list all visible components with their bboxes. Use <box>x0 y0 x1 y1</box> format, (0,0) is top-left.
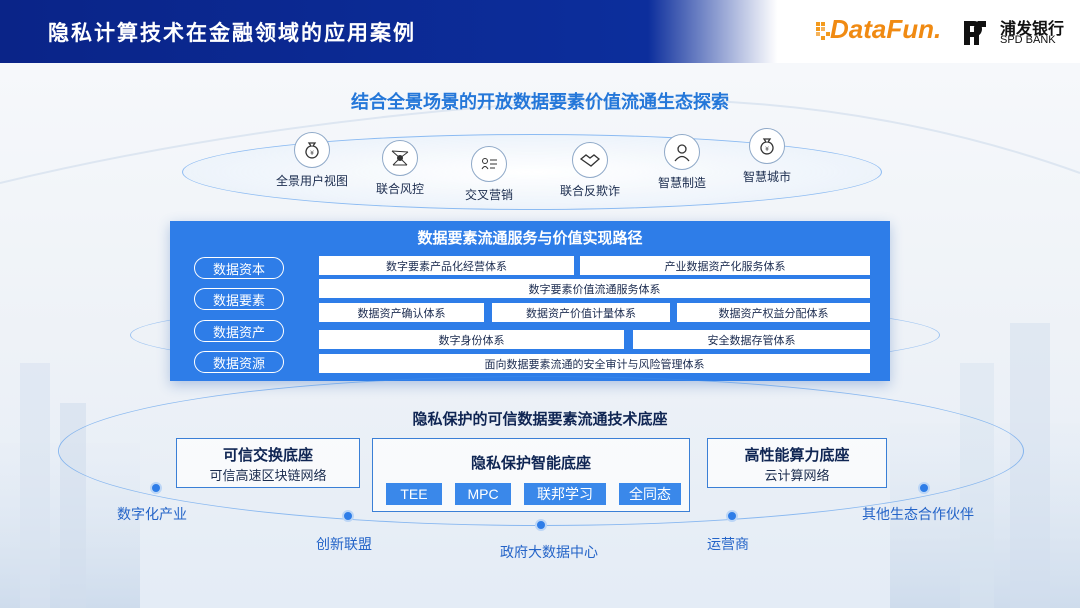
money-bag-icon: ¥ <box>294 132 330 168</box>
system-cell: 数据资产价值计量体系 <box>492 303 670 322</box>
scenario-item: 交叉营销 <box>444 146 534 203</box>
system-cell: 数字要素价值流通服务体系 <box>319 279 870 298</box>
money-bag-icon: ¥ <box>749 128 785 164</box>
level-data-resource: 数据资源 <box>194 351 284 373</box>
partner-label: 数字化产业 <box>117 507 187 523</box>
partner-label: 创新联盟 <box>316 537 372 553</box>
chip-homomorphic: 全同态 <box>619 483 681 505</box>
datafun-dots-icon <box>816 22 830 40</box>
scenario-item: 智慧制造 <box>637 134 727 191</box>
trusted-exchange-title: 可信交换底座 <box>222 446 313 464</box>
header-bar: 隐私计算技术在金融领域的应用案例 DataFun. 浦发银行 SPD BANK <box>0 0 1080 63</box>
scenario-label: 智慧制造 <box>657 176 706 190</box>
partner-label: 运营商 <box>707 537 749 553</box>
level-data-element: 数据要素 <box>194 288 284 310</box>
partner-label: 其他生态合作伙伴 <box>862 507 974 523</box>
system-cell: 安全数据存管体系 <box>633 330 870 349</box>
partner-node <box>150 482 162 494</box>
chip-tee: TEE <box>386 483 442 505</box>
scenario-label: 联合反欺诈 <box>559 184 620 198</box>
scenario-label: 智慧城市 <box>742 170 791 184</box>
datafun-logo-text: DataFun. <box>830 14 942 44</box>
datafun-logo: DataFun. <box>816 14 944 48</box>
compute-base-box: 高性能算力底座 云计算网络 <box>707 438 887 488</box>
system-cell: 产业数据资产化服务体系 <box>580 256 870 275</box>
partner-node <box>918 482 930 494</box>
service-title: 数据要素流通服务与价值实现路径 <box>417 229 643 247</box>
compute-base-sub: 云计算网络 <box>764 469 830 484</box>
svg-text:¥: ¥ <box>765 146 769 153</box>
scenario-item: ¥ 全景用户视图 <box>267 132 357 189</box>
handshake-icon <box>572 142 608 178</box>
scenario-item: 联合反欺诈 <box>545 142 635 199</box>
system-cell: 数字要素产品化经营体系 <box>319 256 574 275</box>
level-data-asset: 数据资产 <box>194 320 284 342</box>
worker-icon <box>664 134 700 170</box>
marketing-icon <box>471 146 507 182</box>
scenario-label: 联合风控 <box>375 182 424 196</box>
page-title: 隐私计算技术在金融领域的应用案例 <box>48 21 416 45</box>
scenario-item: ¥ 智慧城市 <box>722 128 812 185</box>
system-cell: 面向数据要素流通的安全审计与风险管理体系 <box>319 354 870 373</box>
privacy-base-title: 隐私保护智能底座 <box>470 454 591 472</box>
system-cell: 数据资产确认体系 <box>319 303 484 322</box>
scenario-label: 交叉营销 <box>464 188 513 202</box>
trusted-exchange-box: 可信交换底座 可信高速区块链网络 <box>176 438 360 488</box>
base-title: 隐私保护的可信数据要素流通技术底座 <box>412 410 668 428</box>
network-icon <box>382 140 418 176</box>
svg-text:¥: ¥ <box>310 150 314 157</box>
partner-label: 政府大数据中心 <box>500 545 598 561</box>
spd-bank-logo: 浦发银行 SPD BANK <box>958 14 1076 50</box>
trusted-exchange-sub: 可信高速区块链网络 <box>209 469 327 484</box>
compute-base-title: 高性能算力底座 <box>744 446 850 464</box>
partner-node <box>342 510 354 522</box>
ecosystem-headline: 结合全景场景的开放数据要素价值流通生态探索 <box>351 92 729 113</box>
service-panel: 数据要素流通服务与价值实现路径 数据资本 数据要素 数据资产 数据资源 数字要素… <box>170 221 890 381</box>
system-cell: 数字身份体系 <box>319 330 624 349</box>
level-data-capital: 数据资本 <box>194 257 284 279</box>
scenario-item: 联合风控 <box>355 140 445 197</box>
partner-node <box>726 510 738 522</box>
chip-federated-learning: 联邦学习 <box>524 483 606 505</box>
spd-bank-name-en: SPD BANK <box>1000 34 1056 46</box>
system-cell: 数据资产权益分配体系 <box>677 303 870 322</box>
scenario-label: 全景用户视图 <box>275 174 348 188</box>
chip-mpc: MPC <box>455 483 511 505</box>
spd-bank-mark-icon <box>964 21 986 45</box>
partner-node <box>535 519 547 531</box>
